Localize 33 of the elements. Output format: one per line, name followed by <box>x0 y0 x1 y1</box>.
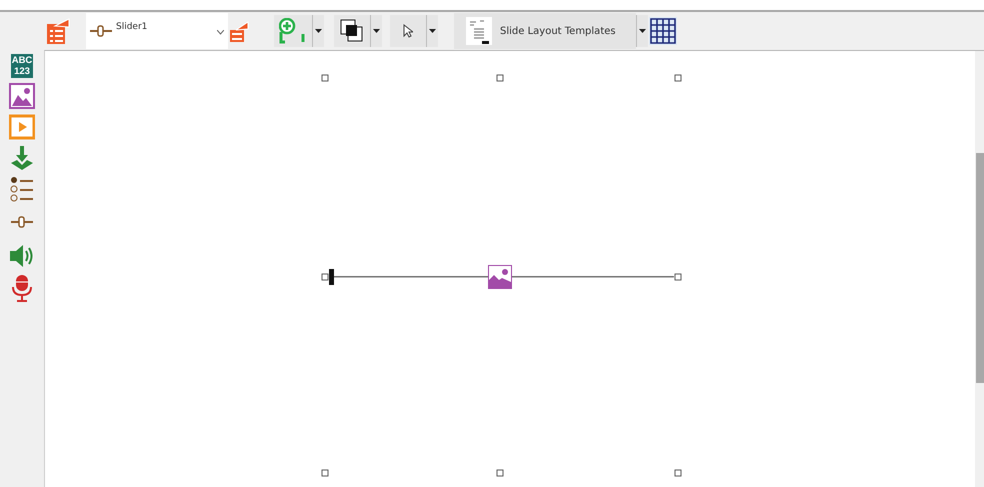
slider-icon <box>9 216 35 228</box>
resize-handle[interactable] <box>674 74 682 82</box>
resize-handle[interactable] <box>496 74 504 82</box>
dropdown-button[interactable] <box>426 15 438 47</box>
caret-icon <box>429 29 436 33</box>
color-swatch-icon[interactable] <box>334 15 370 47</box>
resize-handle[interactable] <box>322 274 328 280</box>
slider-thumb[interactable] <box>329 269 334 285</box>
resize-handle[interactable] <box>496 470 504 476</box>
slide-layout-icon <box>466 17 492 45</box>
text-field-icon[interactable]: ABC 123 <box>11 54 33 78</box>
microphone-icon[interactable] <box>9 274 35 302</box>
caret-icon <box>315 29 322 33</box>
slider-icon <box>90 25 112 37</box>
pointer-icon[interactable] <box>390 15 426 47</box>
layout-templates-button[interactable]: Slide Layout Templates <box>454 13 636 49</box>
resize-handle[interactable] <box>674 274 682 280</box>
download-icon[interactable] <box>9 145 35 171</box>
caret-icon <box>639 29 646 33</box>
resize-handle[interactable] <box>674 470 682 476</box>
dropdown-button[interactable] <box>636 15 648 47</box>
grid-icon[interactable] <box>648 15 678 47</box>
image-icon <box>488 265 512 289</box>
speaker-icon[interactable] <box>9 243 35 269</box>
radio-list-icon[interactable] <box>9 176 35 202</box>
chevron-icon <box>217 30 224 35</box>
resize-handle[interactable] <box>322 470 328 476</box>
dropdown-button[interactable] <box>312 15 324 47</box>
caret-icon <box>373 29 380 33</box>
image-icon[interactable] <box>9 83 35 109</box>
resize-handle[interactable] <box>322 74 328 82</box>
control-selector[interactable]: Slider1 <box>86 13 228 49</box>
dropdown-button[interactable] <box>370 15 382 47</box>
